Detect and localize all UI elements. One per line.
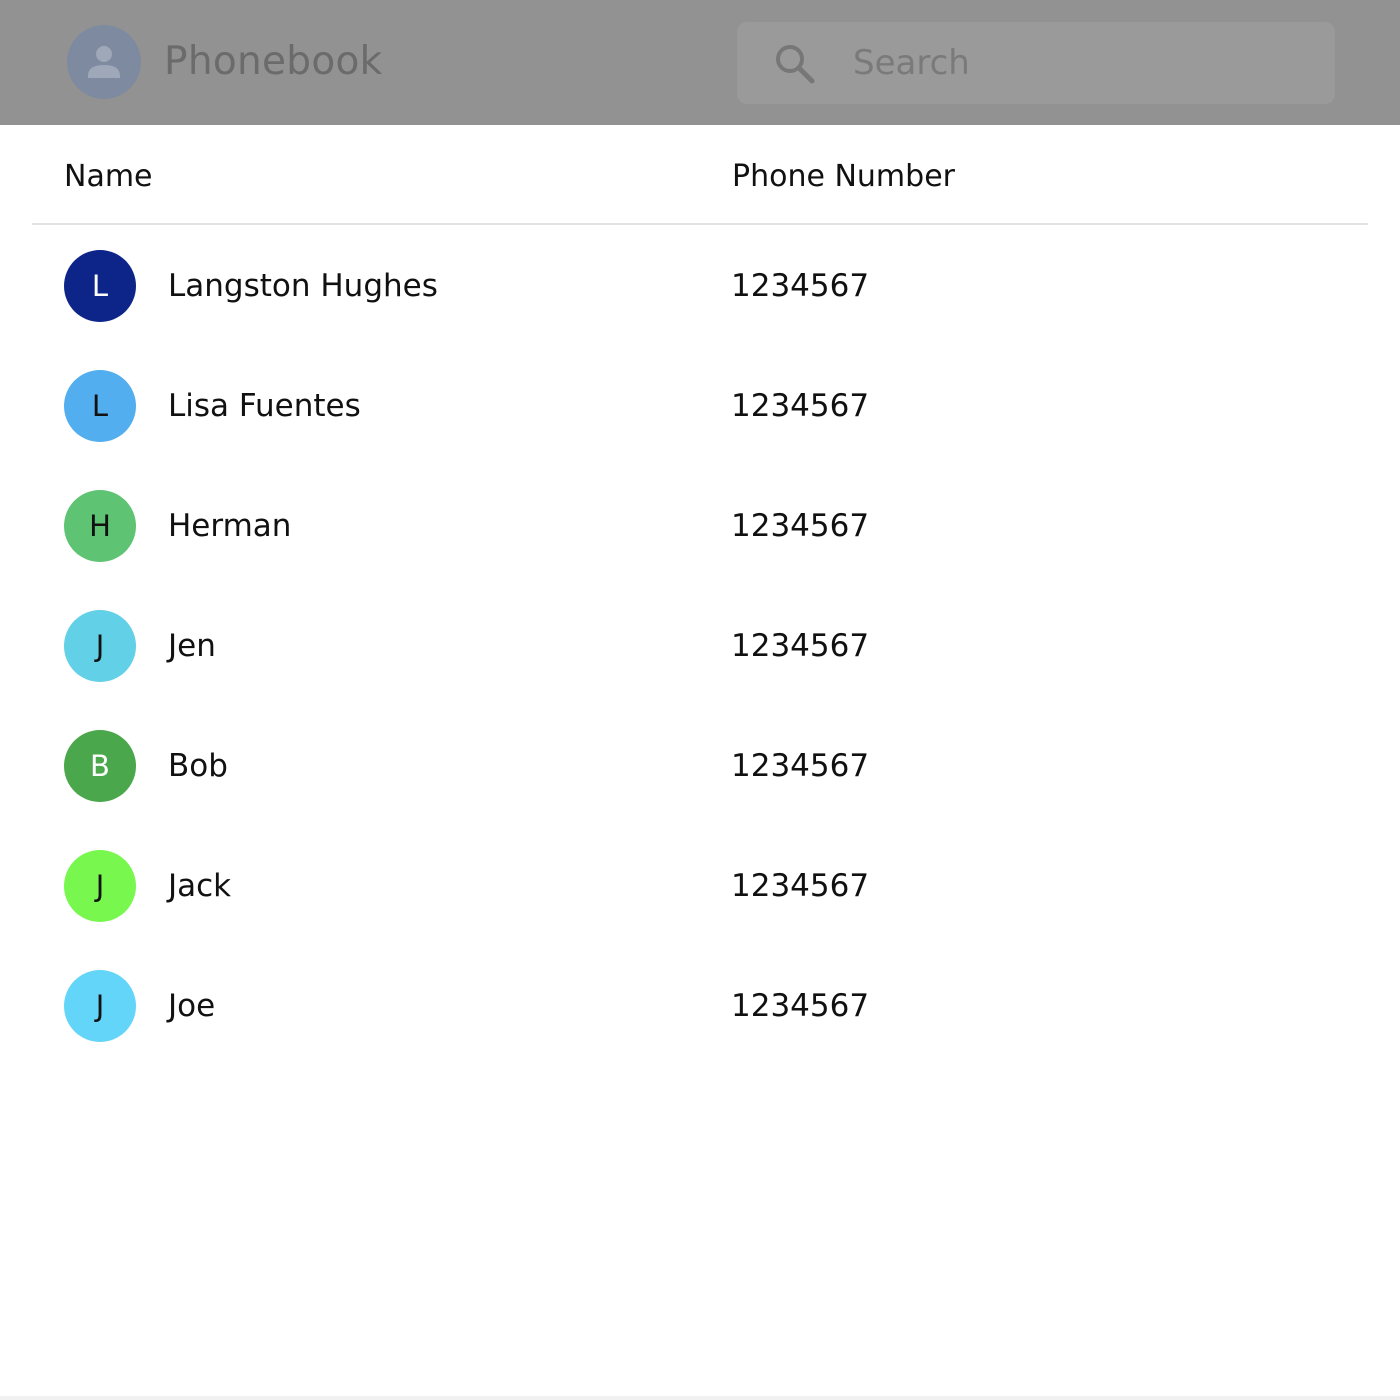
contact-row[interactable]: H Herman 1234567 (0, 466, 1400, 586)
app-title: Phonebook (164, 39, 383, 84)
contact-phone-number: 1234567 (731, 388, 870, 424)
contact-name: Lisa Fuentes (168, 388, 361, 424)
contact-row[interactable]: B Bob 1234567 (0, 706, 1400, 826)
contact-phone-number: 1234567 (731, 988, 870, 1024)
contact-phone-number: 1234567 (731, 508, 870, 544)
contact-list: L Langston Hughes 1234567 L Lisa Fuentes 1234… (0, 226, 1400, 1066)
contact-name: Bob (168, 748, 228, 784)
contact-row[interactable]: L Langston Hughes 1234567 (0, 226, 1400, 346)
contact-name: Jack (168, 868, 232, 904)
contact-avatar: H (64, 490, 136, 562)
contact-avatar: B (64, 730, 136, 802)
search-box[interactable] (737, 22, 1335, 104)
contact-avatar: L (64, 250, 136, 322)
app-bar: Phonebook (0, 0, 1400, 125)
contact-phone-number: 1234567 (731, 868, 870, 904)
search-input[interactable] (853, 36, 1313, 90)
contact-row[interactable]: J Joe 1234567 (0, 946, 1400, 1066)
bottom-divider (0, 1396, 1400, 1400)
column-header-phone-number[interactable]: Phone Number (732, 158, 955, 196)
contact-row[interactable]: J Jen 1234567 (0, 586, 1400, 706)
contact-name: Joe (168, 988, 216, 1024)
contact-name: Langston Hughes (168, 268, 438, 304)
contact-name: Jen (168, 628, 216, 664)
search-icon (776, 45, 815, 84)
contact-avatar: J (64, 610, 136, 682)
contact-phone-number: 1234567 (731, 748, 870, 784)
contact-row[interactable]: L Lisa Fuentes 1234567 (0, 346, 1400, 466)
contact-name: Herman (168, 508, 292, 544)
table-header: Name Phone Number (32, 125, 1368, 225)
contact-phone-number: 1234567 (731, 268, 870, 304)
contact-row[interactable]: J Jack 1234567 (0, 826, 1400, 946)
contact-avatar: J (64, 850, 136, 922)
contact-avatar: L (64, 370, 136, 442)
profile-avatar[interactable] (67, 25, 141, 99)
person-icon (88, 46, 120, 78)
contact-avatar: J (64, 970, 136, 1042)
contact-phone-number: 1234567 (731, 628, 870, 664)
column-header-name[interactable]: Name (64, 158, 153, 196)
